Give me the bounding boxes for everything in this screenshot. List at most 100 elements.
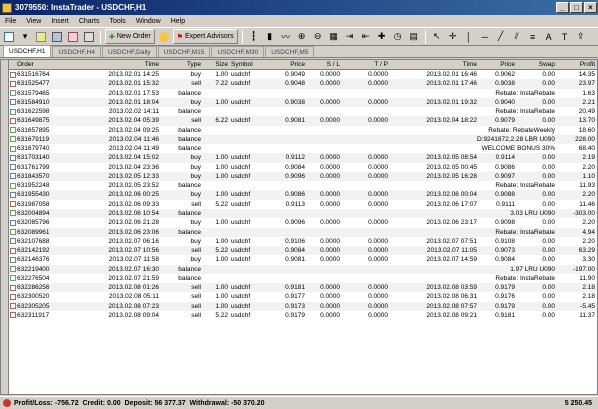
col-close-time-header[interactable]: Time [389, 60, 477, 70]
bar-chart-icon[interactable]: ┇ [247, 29, 261, 44]
table-row[interactable]: 632085796 2013.02.06 21:28 buy 1.00 usdchf 0.… [9, 218, 597, 227]
col-profit: 11.37 [579, 311, 595, 319]
table-row[interactable]: 632004894 2013.02.06 10:54 balance 3.03 LRU… [9, 208, 597, 219]
zoom-in-icon[interactable]: ⊕ [295, 29, 309, 44]
col-symbol: usdchf [231, 117, 251, 125]
market-watch-icon[interactable] [34, 29, 48, 44]
terminal-icon[interactable] [82, 29, 96, 44]
table-row[interactable]: 631955430 2013.02.06 00:25 buy 1.00 usdchf 0.… [9, 190, 597, 200]
tab-usdchf-m30[interactable]: USDCHF,M30 [211, 46, 265, 57]
tab-usdchf-daily[interactable]: USDCHF,Daily [101, 46, 157, 57]
table-row[interactable]: 632276504 2013.02.07 21:59 balance Rebate: … [9, 274, 597, 283]
tab-usdchf-h4[interactable]: USDCHF,H4 [52, 46, 101, 57]
credit-value: 0.00 [107, 399, 121, 407]
col-order: 632311917 [17, 311, 50, 319]
new-chart-icon[interactable] [2, 29, 16, 44]
col-close-price-header[interactable]: Price [477, 60, 515, 70]
minimize-button[interactable]: _ [556, 2, 569, 13]
table-row[interactable]: 631649875 2013.02.04 05:39 sell 6.22 usdchf 0… [9, 116, 597, 126]
channel-icon[interactable]: ⫽ [510, 29, 524, 44]
col-type: sell [191, 247, 201, 255]
table-row[interactable]: 631516764 2013.02.01 14:25 buy 1.00 usdchf 0.… [9, 70, 597, 79]
menu-window[interactable]: Window [131, 18, 166, 25]
col-sl-header[interactable]: S / L [305, 60, 340, 70]
table-row[interactable]: 631679740 2013.02.04 11:49 balance WELCOME … [9, 144, 597, 153]
table-row[interactable]: 632089961 2013.02.06 23:06 balance Rebate: … [9, 227, 597, 237]
chart-tabs: USDCHF,H1 USDCHF,H4 USDCHF,Daily USDCHF,… [0, 45, 598, 58]
table-row[interactable]: 632142192 2013.02.07 10:56 sell 5.22 usdchf 0… [9, 246, 597, 256]
terminal-side-handle[interactable] [1, 60, 9, 394]
buy-order-icon [10, 191, 16, 198]
table-row[interactable]: 632219400 2013.02.07 16:30 balance 1.97 LRU… [9, 264, 597, 274]
table-row[interactable]: 632311917 2013.02.08 09:04 sell 5.22 usdchf 0… [9, 311, 597, 320]
col-symbol-header[interactable]: Symbol [231, 60, 271, 70]
zoom-out-icon[interactable]: ⊖ [311, 29, 325, 44]
data-window-icon[interactable] [50, 29, 64, 44]
table-row[interactable]: 632146376 2013.02.07 11:58 buy 1.00 usdchf 0.… [9, 255, 597, 264]
tab-usdchf-m15[interactable]: USDCHF,M15 [157, 46, 211, 57]
table-row[interactable]: 631952248 2013.02.05 23:52 balance Rebate: … [9, 181, 597, 190]
table-row[interactable]: 631703140 2013.02.04 15:02 buy 1.00 usdchf 0.… [9, 153, 597, 163]
col-time-header[interactable]: Time [79, 60, 159, 70]
col-close-price: D:9241872,2.28 LBR U090 [476, 135, 555, 143]
col-close-time: 2013.02.06 17:07 [426, 200, 477, 208]
cursor-icon[interactable]: ↖ [430, 29, 444, 44]
table-row[interactable]: 631579465 2013.02.01 17:53 balance Rebate: … [9, 89, 597, 98]
candlestick-icon[interactable]: ▮ [263, 29, 277, 44]
table-row[interactable]: 631679119 2013.02.04 11:46 balance D:924187… [9, 134, 597, 145]
periods-icon[interactable]: ◷ [391, 29, 405, 44]
col-order-header[interactable]: Order [17, 60, 77, 70]
table-row[interactable]: 632300520 2013.02.08 05:11 sell 1.00 usdchf 0… [9, 292, 597, 301]
menu-view[interactable]: View [21, 18, 46, 25]
col-type-header[interactable]: Type [159, 60, 201, 70]
menu-insert[interactable]: Insert [46, 18, 74, 25]
trendline-icon[interactable]: ╱ [494, 29, 508, 44]
col-price-header[interactable]: Price [271, 60, 305, 70]
new-order-button[interactable]: ✚ New Order [105, 29, 155, 44]
table-row[interactable]: 631761799 2013.02.04 23:36 buy 1.00 usdchf 0.… [9, 163, 597, 172]
col-swap-header[interactable]: Swap [515, 60, 555, 70]
col-close-price: Rebate: RebateWeekly [488, 126, 555, 134]
menu-tools[interactable]: Tools [104, 18, 130, 25]
profiles-icon[interactable]: ▾ [18, 29, 32, 44]
crosshair-icon[interactable]: ✛ [446, 29, 460, 44]
table-row[interactable]: 631584910 2013.02.01 18:04 buy 1.00 usdchf 0.… [9, 97, 597, 108]
table-row[interactable]: 631987058 2013.02.06 09:33 sell 5.22 usdchf 0… [9, 200, 597, 209]
col-profit-header[interactable]: Profit [557, 60, 595, 70]
indicators-icon[interactable]: ✚ [375, 29, 389, 44]
table-row[interactable]: 631657895 2013.02.04 09:25 balance Rebate: … [9, 126, 597, 135]
close-button[interactable]: × [584, 2, 597, 13]
chart-shift-icon[interactable]: ⇤ [359, 29, 373, 44]
col-size-header[interactable]: Size [201, 60, 228, 70]
arrows-icon[interactable]: ⇪ [574, 29, 588, 44]
horizontal-line-icon[interactable]: ─ [478, 29, 492, 44]
line-chart-icon[interactable]: 〰 [279, 29, 293, 44]
metaeditor-icon[interactable] [157, 29, 171, 44]
menu-file[interactable]: File [0, 18, 21, 25]
toolbar-separator [100, 29, 101, 44]
templates-icon[interactable]: ▤ [407, 29, 421, 44]
col-type: buy [190, 256, 201, 264]
maximize-button[interactable]: □ [570, 2, 583, 13]
table-row[interactable]: 632286256 2013.02.08 01:26 sell 1.00 usdchf 0… [9, 283, 597, 293]
table-row[interactable]: 631843570 2013.02.05 12:33 buy 1.00 usdchf 0.… [9, 171, 597, 182]
expert-advisors-button[interactable]: ⚑ Expert Advisors [172, 29, 238, 44]
autoscroll-icon[interactable]: ⇥ [343, 29, 357, 44]
table-row[interactable]: 631622598 2013.02.02 14:11 balance Rebate: … [9, 107, 597, 116]
table-row[interactable]: 632107688 2013.02.07 06:16 buy 1.00 usdchf 0.… [9, 237, 597, 246]
tab-usdchf-m5[interactable]: USDCHF,M5 [265, 46, 315, 57]
tab-usdchf-h1[interactable]: USDCHF,H1 [3, 45, 52, 57]
col-tp-header[interactable]: T / P [340, 60, 388, 70]
col-price: 0.9106 [285, 237, 305, 245]
vertical-line-icon[interactable]: │ [462, 29, 476, 44]
text-tool-icon[interactable]: A [542, 29, 556, 44]
tile-windows-icon[interactable]: ▦ [327, 29, 341, 44]
menu-charts[interactable]: Charts [74, 18, 105, 25]
table-row[interactable]: 631525477 2013.02.01 15:32 sell 7.22 usdchf 0… [9, 79, 597, 89]
navigator-icon[interactable] [66, 29, 80, 44]
label-tool-icon[interactable]: T [558, 29, 572, 44]
col-tp: 0.0000 [368, 219, 388, 227]
table-row[interactable]: 632305205 2013.02.08 07:23 sell 1.00 usdchf 0… [9, 301, 597, 311]
menu-help[interactable]: Help [166, 18, 190, 25]
fibonacci-icon[interactable]: ≡ [526, 29, 540, 44]
